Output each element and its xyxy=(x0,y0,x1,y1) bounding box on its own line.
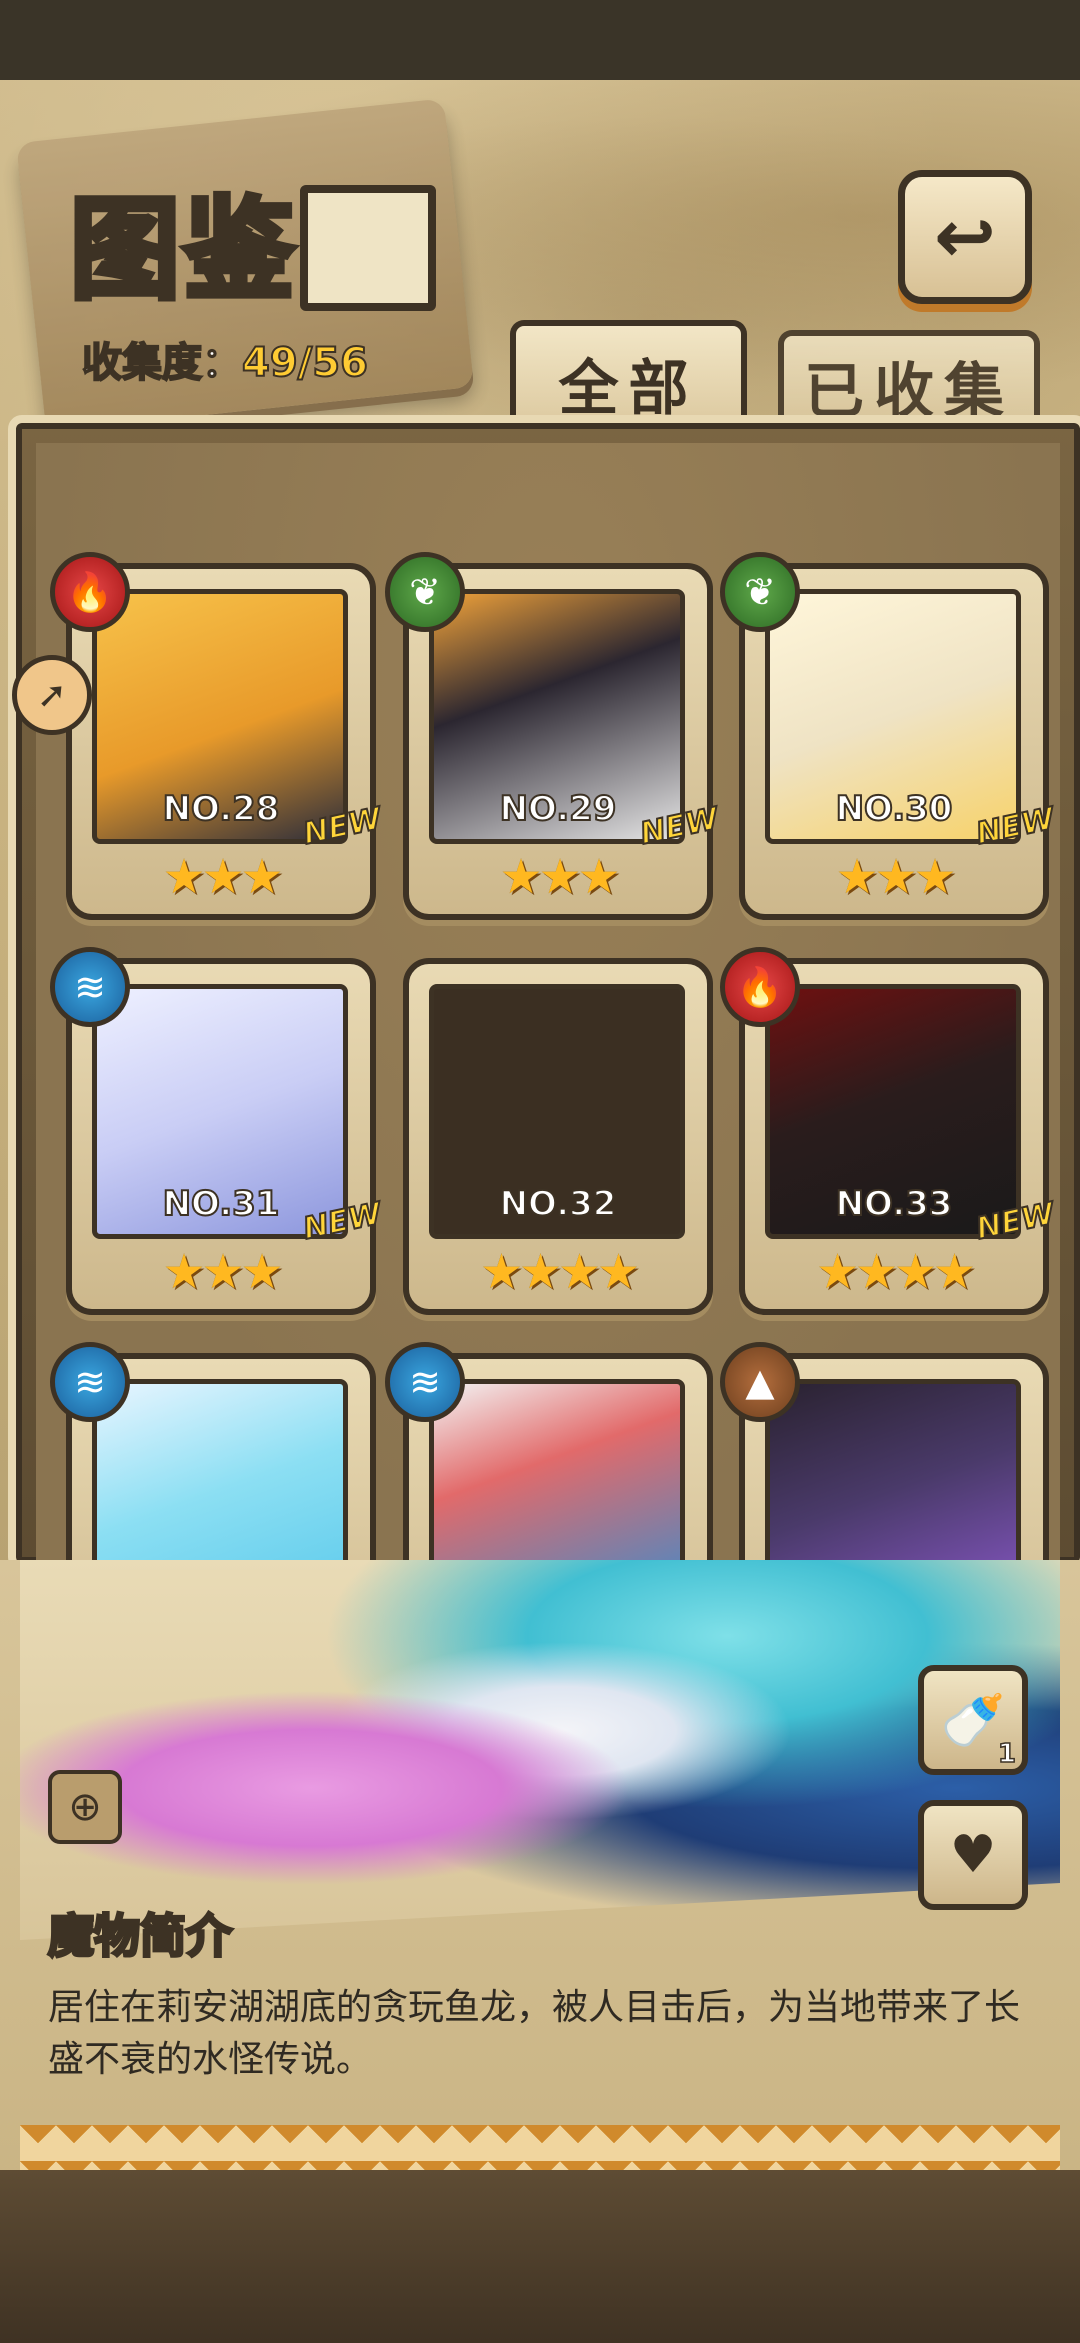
leaf-element-icon: ❦ xyxy=(385,552,465,632)
star-rating: ★★★ xyxy=(835,849,956,905)
book-page-decoration xyxy=(300,185,436,311)
card-grid[interactable]: NO.28 NEW ★★★ NO.29 NEW ★★★ NO.30 NEW ★★… xyxy=(36,443,1060,1563)
monster-portrait xyxy=(92,1379,348,1563)
page-title: 图鉴 xyxy=(67,183,298,317)
collection-panel: NO.28 NEW ★★★ NO.29 NEW ★★★ NO.30 NEW ★★… xyxy=(8,415,1080,1571)
earth-element-icon: ▲ xyxy=(720,1342,800,1422)
star-rating: ★★★ xyxy=(499,849,620,905)
progress-value: 49/56 xyxy=(241,339,369,387)
back-arrow-icon: ↩ xyxy=(933,194,996,280)
bottom-border xyxy=(20,2125,1060,2170)
side-arrow-tag-icon[interactable]: ➚ xyxy=(12,655,92,735)
fire-element-icon: 🔥 xyxy=(50,552,130,632)
star-rating: ★★★★ xyxy=(479,1244,640,1300)
water-element-icon: ≋ xyxy=(50,947,130,1027)
monster-artwork xyxy=(20,1560,1060,1940)
collection-progress: 收集度：49/56 xyxy=(81,330,369,388)
top-border xyxy=(0,0,1080,100)
magnifier-plus-icon: ⊕ xyxy=(68,1784,102,1830)
bottle-item-button[interactable]: 🍼 1 xyxy=(918,1665,1028,1775)
monster-description: 居住在莉安湖湖底的贪玩鱼龙，被人目击后，为当地带来了长盛不衰的水怪传说。 xyxy=(48,1987,1021,2080)
zoom-button[interactable]: ⊕ xyxy=(48,1770,122,1844)
back-button[interactable]: ↩ xyxy=(898,170,1032,304)
progress-label: 收集度： xyxy=(81,339,243,387)
leaf-element-icon: ❦ xyxy=(720,552,800,632)
water-element-icon: ≋ xyxy=(50,1342,130,1422)
water-element-icon: ≋ xyxy=(385,1342,465,1422)
monster-card-32[interactable]: NO.32 ★★★★ xyxy=(403,958,713,1315)
floor-background xyxy=(0,2170,1080,2343)
monster-intro-title: 魔物简介 xyxy=(47,1908,234,1965)
baby-bottle-icon: 🍼 xyxy=(940,1690,1006,1751)
monster-portrait xyxy=(429,1379,685,1563)
monster-number: NO.32 xyxy=(499,1183,618,1225)
star-rating: ★★★★ xyxy=(815,1244,976,1300)
item-count: 1 xyxy=(997,1738,1017,1770)
fire-element-icon: 🔥 xyxy=(720,947,800,1027)
star-rating: ★★★ xyxy=(162,1244,283,1300)
game-screen: 图鉴 收集度：49/56 ↩ 全部 已收集 NO.28 NEW ★★★ NO.2… xyxy=(0,0,1080,2343)
heart-icon: ♥ xyxy=(949,1825,997,1885)
monster-portrait xyxy=(765,1379,1021,1563)
star-rating: ★★★ xyxy=(162,849,283,905)
heart-item-button[interactable]: ♥ xyxy=(918,1800,1028,1910)
